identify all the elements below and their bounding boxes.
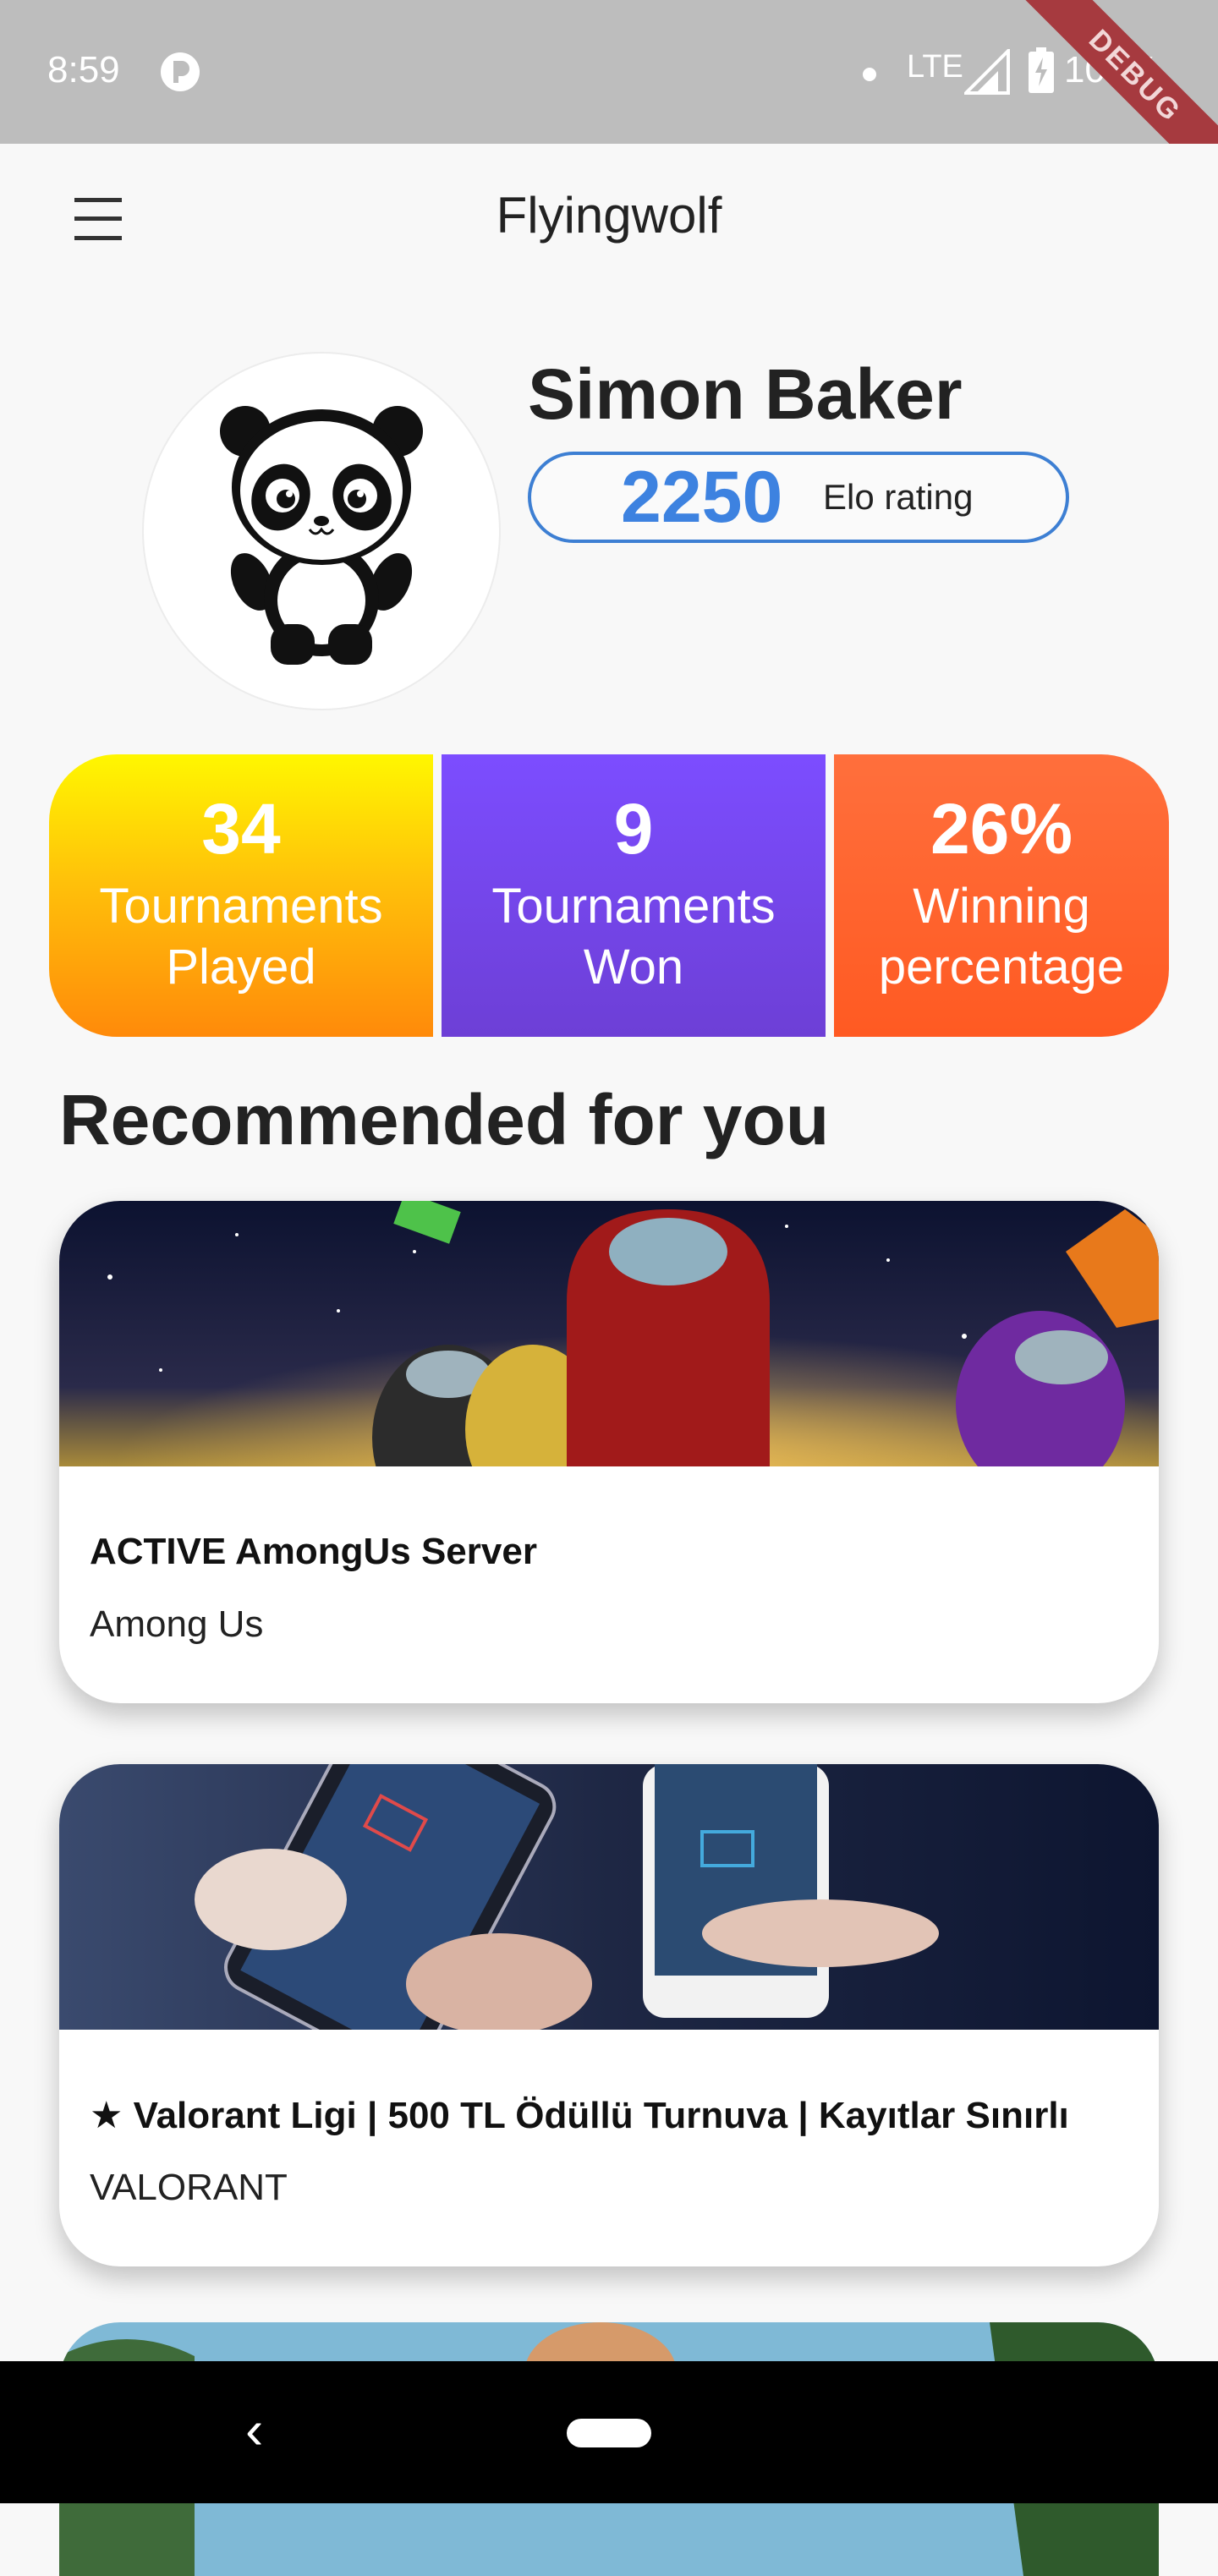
card-banner-image [59,1201,1159,1466]
app-title: Flyingwolf [496,187,722,244]
elo-label: Elo rating [823,477,974,517]
stat-label-line: Played [166,940,316,995]
card-title: ★ Valorant Ligi | 500 TL Ödüllü Turnuva … [90,2095,1069,2136]
notification-dot-icon [863,68,876,81]
signal-icon [964,49,1010,95]
status-bar: 8:59 LTE 100% DEBUG [0,0,1218,144]
back-icon[interactable]: ‹ [245,2398,263,2461]
stat-value: 9 [613,789,654,869]
stat-label-line: Won [583,940,684,995]
section-title: Recommended for you [59,1080,830,1159]
app-bar: Flyingwolf [0,144,1218,296]
battery-charging-icon [1029,47,1054,93]
card-game: VALORANT [90,2167,288,2208]
home-pill-icon[interactable] [567,2419,651,2447]
elo-rating-badge: 2250 Elo rating [528,452,1069,543]
card-banner-image [59,1764,1159,2030]
stat-label-line: percentage [878,940,1125,995]
stat-tournaments-won: 9 Tournaments Won [442,754,826,1037]
tournament-card[interactable]: ACTIVE AmongUs Server Among Us [59,1201,1159,1703]
card-game: Among Us [90,1603,264,1645]
network-type: LTE [907,49,963,85]
stat-label: Tournaments Won [442,876,826,998]
stat-label: Winning percentage [834,876,1169,998]
stat-label-line: Winning [913,879,1090,934]
stat-value: 34 [201,789,281,869]
system-navigation-bar: ‹ [0,2361,1218,2503]
stat-label: Tournaments Played [49,876,433,998]
status-time: 8:59 [47,49,120,90]
stat-value: 26% [930,789,1073,869]
stat-label-line: Tournaments [491,879,776,934]
stat-winning-percentage: 26% Winning percentage [834,754,1169,1037]
stat-tournaments-played: 34 Tournaments Played [49,754,433,1037]
user-name: Simon Baker [528,354,963,434]
app-notification-icon [161,52,200,91]
tournament-card[interactable]: ★ Valorant Ligi | 500 TL Ödüllü Turnuva … [59,1764,1159,2266]
stat-label-line: Tournaments [99,879,383,934]
panda-avatar[interactable] [142,352,501,710]
card-title: ACTIVE AmongUs Server [90,1531,537,1572]
panda-icon [220,406,423,665]
elo-value: 2250 [621,457,783,538]
